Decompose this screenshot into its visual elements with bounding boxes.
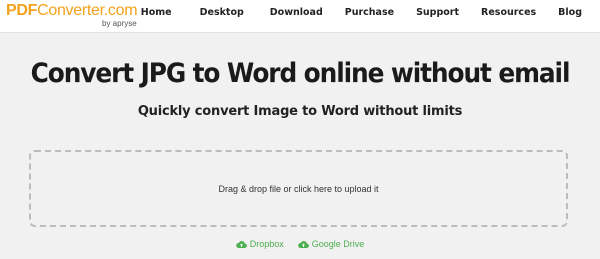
logo-converter-text: Converter.com [37,2,138,19]
logo-pdf-text: PDF [6,2,38,19]
cloud-upload-icon [235,240,247,248]
page-title: Convert JPG to Word online without email [30,58,571,89]
nav-home[interactable]: Home [141,7,172,18]
google-drive-label: Google Drive [311,239,365,249]
cloud-upload-icon [297,240,309,248]
cloud-source-links: Dropbox Google Drive [0,239,600,249]
nav-blog[interactable]: Blog [558,7,582,18]
file-dropzone[interactable]: Drag & drop file or click here to upload… [29,150,568,227]
dropbox-link[interactable]: Dropbox [235,239,284,249]
google-drive-link[interactable]: Google Drive [297,239,365,249]
page-subtitle: Quickly convert Image to Word without li… [137,104,463,119]
pdfconverter-logo[interactable]: PDFConverter.com by apryse [6,2,138,30]
dropbox-label: Dropbox [249,239,284,249]
dropzone-instruction: Drag & drop file or click here to upload… [218,183,379,194]
site-header: PDFConverter.com by apryse Home Desktop … [0,0,600,33]
main-nav: Home Desktop Download Purchase Support R… [141,7,582,18]
logo-wordmark: PDFConverter.com [6,2,138,20]
nav-support[interactable]: Support [416,7,459,18]
nav-desktop[interactable]: Desktop [200,7,244,18]
nav-download[interactable]: Download [270,7,323,18]
logo-byline: by apryse [102,19,137,28]
nav-purchase[interactable]: Purchase [345,7,394,18]
nav-resources[interactable]: Resources [481,7,536,18]
